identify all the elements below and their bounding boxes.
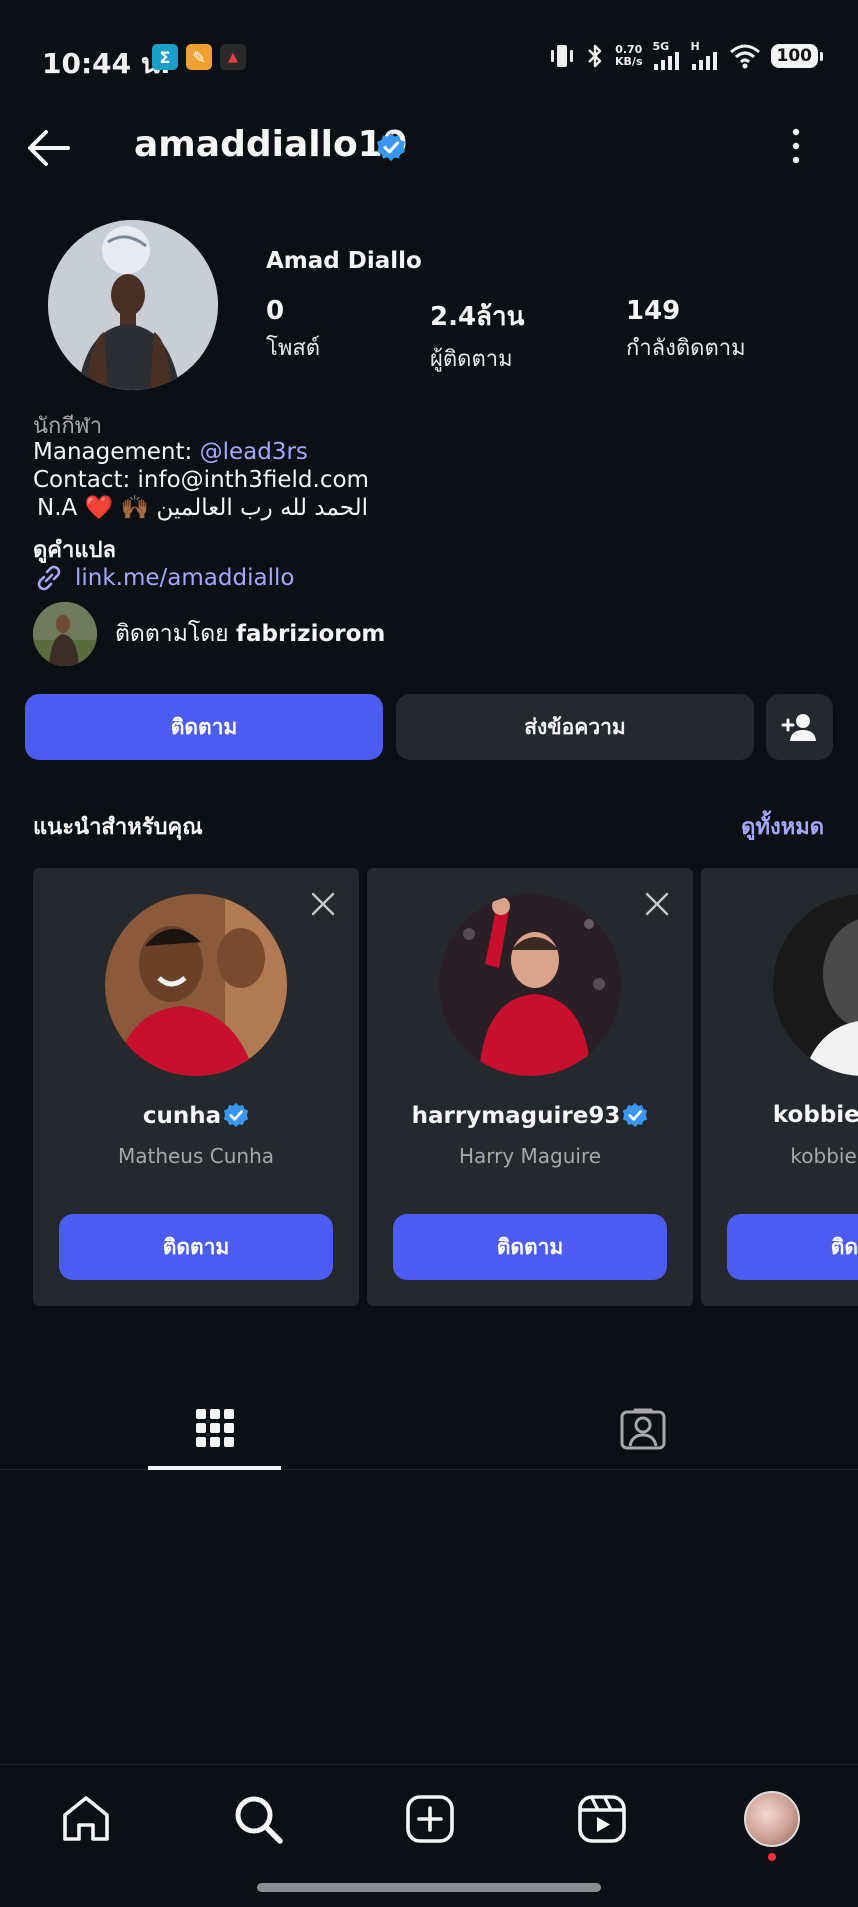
- bio-line-3: N.A ❤️ 🙌🏾 الحمد لله رب العالمين: [37, 495, 368, 521]
- followers-stat[interactable]: 2.4ล้าน ผู้ติดตาม: [430, 296, 524, 376]
- suggestion-full-name: Harry Maguire: [458, 1144, 602, 1168]
- suggestion-avatar[interactable]: [773, 894, 858, 1076]
- suggestion-follow-button[interactable]: ติดตาม: [393, 1214, 667, 1280]
- suggestion-photo: [439, 894, 621, 1076]
- notification-dot: [768, 1853, 776, 1861]
- suggestion-photo: [773, 894, 858, 1076]
- follower-photo: [33, 602, 97, 666]
- suggest-people-button[interactable]: [766, 694, 833, 760]
- own-profile-avatar: [744, 1791, 800, 1847]
- verified-badge-icon: [224, 1102, 249, 1128]
- suggestion-username: harrymaguire93: [367, 1102, 693, 1129]
- suggestion-card[interactable]: cunha Matheus Cunha ติดตาม: [33, 868, 359, 1306]
- back-arrow-icon[interactable]: [24, 123, 74, 173]
- nav-search[interactable]: [228, 1789, 288, 1849]
- signal-bars-icon: [653, 52, 679, 70]
- see-all-link[interactable]: ดูทั้งหมด: [741, 809, 824, 844]
- bottom-navigation: [0, 1764, 858, 1907]
- message-button[interactable]: ส่งข้อความ: [396, 694, 754, 760]
- suggestion-photo: [105, 894, 287, 1076]
- management-mention-link[interactable]: @lead3rs: [200, 439, 308, 465]
- bluetooth-icon: [588, 44, 602, 68]
- orange-app-icon: ✎: [186, 44, 212, 70]
- suggestion-avatar[interactable]: [439, 894, 621, 1076]
- status-bar: 10:44 น. Σ ✎ ▲ 0.70 KB/s 5G H 100: [0, 0, 858, 118]
- profile-content-tabs: [0, 1386, 858, 1470]
- signal-bars-icon: [691, 52, 717, 70]
- more-options-icon[interactable]: [786, 126, 806, 166]
- profile-username: amaddiallo19: [134, 124, 408, 165]
- profile-header: amaddiallo19: [0, 118, 858, 176]
- home-icon: [63, 1796, 109, 1841]
- create-post-icon: [406, 1795, 454, 1843]
- suggestion-card[interactable]: harrymaguire93 Harry Maguire ติดตาม: [367, 868, 693, 1306]
- status-indicators: 0.70 KB/s 5G H 100: [549, 41, 823, 70]
- suggestion-avatar[interactable]: [105, 894, 287, 1076]
- tab-tagged[interactable]: [576, 1386, 709, 1470]
- follow-button[interactable]: ติดตาม: [25, 694, 383, 760]
- nav-create[interactable]: [400, 1789, 460, 1849]
- profile-bio: นักกีฬา Management: @lead3rs Contact: in…: [33, 408, 813, 522]
- red-triangle-app-icon: ▲: [220, 44, 246, 70]
- nav-profile[interactable]: [742, 1789, 802, 1849]
- reels-icon: [578, 1795, 626, 1843]
- followed-by-text: ติดตามโดย fabriziorom: [115, 621, 386, 647]
- battery-indicator: 100: [770, 44, 823, 68]
- suggestion-username: cunha: [33, 1102, 359, 1129]
- suggestion-full-name: kobbie mainoo: [790, 1144, 858, 1168]
- profile-link[interactable]: link.me/amaddiallo: [33, 562, 294, 594]
- following-stat[interactable]: 149 กำลังติดตาม: [626, 296, 746, 365]
- verified-badge-icon: [377, 133, 405, 161]
- profile-photo: [48, 220, 218, 390]
- nav-reels[interactable]: [572, 1789, 632, 1849]
- status-app-icons: Σ ✎ ▲: [152, 44, 246, 70]
- tab-posts-grid[interactable]: [148, 1386, 281, 1470]
- suggestion-card[interactable]: kobbiemainoo kobbie mainoo ติดตาม: [701, 868, 858, 1306]
- tagged-person-icon: [620, 1408, 665, 1450]
- suggestion-username: kobbiemainoo: [772, 1102, 858, 1128]
- bio-contact: Contact: info@inth3field.com: [33, 467, 369, 493]
- verified-badge-icon: [623, 1102, 648, 1128]
- close-icon[interactable]: [309, 890, 337, 918]
- suggestion-follow-button[interactable]: ติดตาม: [59, 1214, 333, 1280]
- network-speed: 0.70 KB/s: [615, 43, 643, 68]
- followed-by-row[interactable]: ติดตามโดย fabriziorom: [33, 602, 385, 666]
- close-icon[interactable]: [643, 890, 671, 918]
- sigma-app-icon: Σ: [152, 44, 178, 70]
- add-person-icon: [781, 714, 816, 741]
- vibrate-icon: [551, 45, 574, 67]
- profile-page: 10:44 น. Σ ✎ ▲ 0.70 KB/s 5G H 100 amaddi…: [0, 0, 858, 1907]
- follower-avatar: [33, 602, 97, 666]
- posts-stat[interactable]: 0 โพสต์: [266, 296, 320, 365]
- suggestions-title: แนะนำสำหรับคุณ: [33, 815, 203, 840]
- wifi-icon: [729, 44, 760, 69]
- signal-h: H: [691, 41, 719, 70]
- profile-full-name: Amad Diallo: [266, 248, 422, 274]
- grid-icon: [195, 1409, 234, 1447]
- bio-management: Management: @lead3rs: [33, 439, 308, 465]
- signal-5g: 5G: [653, 41, 681, 70]
- nav-home[interactable]: [56, 1789, 116, 1849]
- active-tab-indicator: [148, 1466, 281, 1470]
- search-icon: [235, 1796, 283, 1844]
- profile-avatar[interactable]: [48, 220, 218, 390]
- suggestion-follow-button[interactable]: ติดตาม: [727, 1214, 858, 1280]
- link-icon: [37, 565, 61, 591]
- bio-category: นักกีฬา: [33, 414, 103, 439]
- home-indicator-bar[interactable]: [257, 1883, 601, 1892]
- suggestion-full-name: Matheus Cunha: [117, 1144, 275, 1168]
